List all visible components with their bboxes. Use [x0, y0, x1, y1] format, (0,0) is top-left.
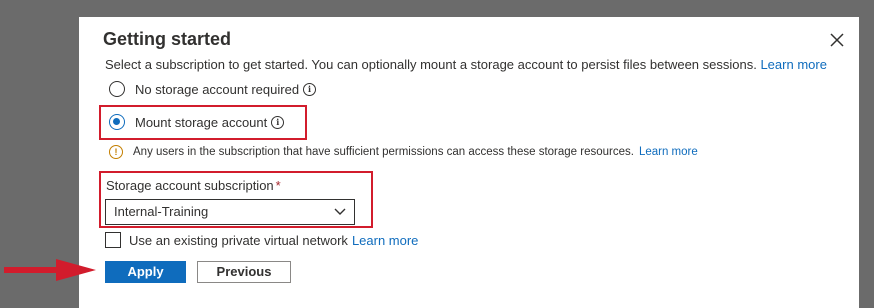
radio-label: No storage account required — [135, 81, 300, 97]
dialog-description: Select a subscription to get started. Yo… — [105, 57, 827, 72]
vnet-checkbox[interactable] — [105, 232, 121, 248]
radio-button-selected[interactable] — [109, 114, 125, 130]
radio-button[interactable] — [109, 81, 125, 97]
warning-learn-more-link[interactable]: Learn more — [639, 146, 698, 158]
description-text: Select a subscription to get started. Yo… — [105, 57, 757, 72]
warning-text: Any users in the subscription that have … — [133, 146, 634, 158]
required-mark: * — [275, 178, 281, 193]
vnet-checkbox-row: Use an existing private virtual network … — [105, 232, 418, 248]
info-icon[interactable]: i — [303, 82, 317, 96]
radio-label: Mount storage account — [135, 114, 268, 130]
dialog-title: Getting started — [103, 29, 232, 49]
info-icon[interactable]: i — [271, 115, 285, 129]
close-icon[interactable] — [827, 30, 847, 50]
vnet-label: Use an existing private virtual network — [129, 232, 348, 248]
radio-mount-storage[interactable]: Mount storage account i — [109, 114, 285, 130]
subscription-dropdown[interactable]: Internal-Training — [105, 199, 355, 225]
subscription-value: Internal-Training — [114, 204, 209, 219]
chevron-down-icon — [334, 208, 346, 215]
apply-button[interactable]: Apply — [105, 261, 186, 283]
learn-more-link[interactable]: Learn more — [760, 57, 826, 72]
warning-message: ! Any users in the subscription that hav… — [109, 145, 698, 159]
vnet-learn-more-link[interactable]: Learn more — [352, 233, 418, 248]
previous-button[interactable]: Previous — [197, 261, 291, 283]
subscription-label-text: Storage account subscription — [106, 178, 274, 193]
warning-icon: ! — [109, 145, 123, 159]
subscription-label: Storage account subscription * — [106, 178, 281, 193]
radio-no-storage[interactable]: No storage account required i — [109, 81, 317, 97]
getting-started-dialog: Getting started Select a subscription to… — [79, 17, 859, 308]
arrow-icon — [4, 259, 96, 281]
